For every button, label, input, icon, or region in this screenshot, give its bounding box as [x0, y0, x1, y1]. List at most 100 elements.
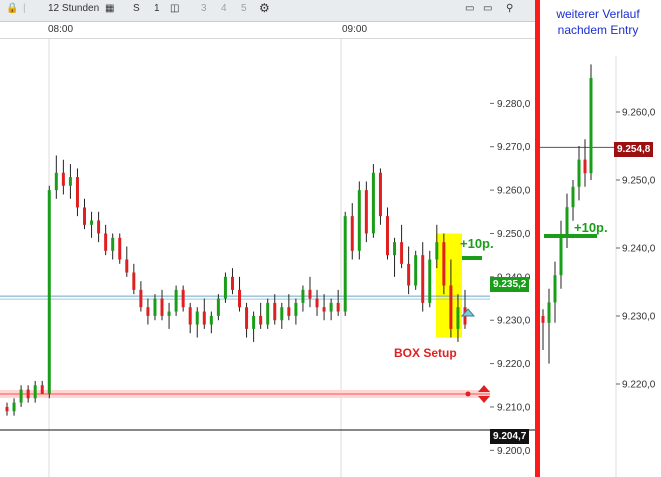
candle-body: [230, 276, 234, 290]
candle-body: [435, 242, 439, 260]
candle-body: [139, 289, 143, 308]
candle-body: [40, 385, 44, 394]
candle-body: [5, 406, 9, 412]
level-price-tag: 9.204,7: [490, 429, 530, 444]
candle-body: [181, 289, 185, 308]
y-tick-label: 9.240,0: [622, 244, 656, 255]
candle-body: [414, 255, 418, 286]
y-tick-label: 9.220,0: [497, 359, 531, 370]
y-tick-label: 9.260,0: [497, 186, 531, 197]
candle-body: [393, 242, 397, 256]
candle-body: [407, 263, 411, 286]
candle-body: [104, 233, 108, 251]
y-tick-label: 9.200,0: [497, 446, 531, 457]
candle-body: [26, 389, 30, 399]
candle-body: [577, 159, 581, 187]
candle-body: [336, 302, 340, 312]
candle-body: [90, 220, 94, 225]
candle-body: [547, 302, 551, 323]
candle-body: [238, 289, 242, 308]
candle-body: [83, 207, 87, 225]
candle-body: [188, 307, 192, 325]
candle-body: [47, 190, 51, 394]
candle-body: [400, 242, 404, 264]
candle-body: [322, 307, 326, 312]
candle-body: [54, 172, 58, 191]
note-line-2: nachdem Entry: [557, 23, 639, 37]
candle-body: [301, 289, 305, 303]
candle-body: [146, 307, 150, 316]
candle-body: [442, 242, 446, 286]
candle-body: [364, 190, 368, 234]
right-price-tag: 9.254,8: [614, 142, 654, 157]
candle-body: [571, 186, 575, 208]
candle-body: [245, 307, 249, 329]
candle-body: [378, 172, 382, 217]
candle-body: [266, 302, 270, 325]
candle-body: [350, 216, 354, 251]
candle-body: [456, 307, 460, 329]
y-tick-label: 9.230,0: [497, 316, 531, 327]
candle-body: [273, 302, 277, 321]
candle-body: [280, 307, 284, 321]
y-tick-label: 9.220,0: [622, 380, 656, 391]
candle-body: [287, 307, 291, 316]
note-line-1: weiterer Verlauf: [556, 7, 640, 21]
candle-body: [19, 389, 23, 403]
y-tick-label: 9.250,0: [622, 176, 656, 187]
level-marker: [465, 391, 471, 397]
candle-body: [33, 385, 37, 399]
candle-body: [132, 272, 136, 290]
candle-body: [97, 220, 101, 234]
candle-body: [160, 298, 164, 316]
candle-body: [565, 207, 569, 235]
candle-body: [553, 275, 557, 303]
y-tick-label: 9.260,0: [622, 108, 656, 119]
candle-body: [75, 177, 79, 208]
note-text: weiterer Verlauf nachdem Entry: [538, 6, 658, 38]
candle-body: [385, 216, 389, 256]
y-tick-label: 9.250,0: [497, 229, 531, 240]
candle-body: [329, 302, 333, 312]
panel-divider: [535, 0, 540, 477]
candle-body: [421, 255, 425, 303]
candle-body: [559, 234, 563, 276]
candle-body: [315, 298, 319, 308]
candle-body: [167, 311, 171, 316]
candle-body: [202, 311, 206, 325]
candle-body: [371, 172, 375, 234]
candle-body: [541, 316, 545, 323]
gain-label-left: +10p.: [460, 236, 494, 251]
candle-body: [583, 159, 587, 174]
candle-body: [68, 177, 72, 186]
current-price-tag: 9.235,2: [490, 277, 530, 292]
candle-body: [153, 298, 157, 316]
candle-body: [111, 237, 115, 251]
candlestick-chart: 9.200,0 9.210,0 9.220,0 9.230,0 9.240,0 9.250…: [0, 0, 656, 477]
candle-body: [357, 190, 361, 251]
candle-body: [252, 315, 256, 329]
candle-body: [308, 289, 312, 299]
candle-body: [216, 298, 220, 316]
candle-body: [343, 216, 347, 312]
candle-body: [294, 302, 298, 316]
candle-body: [223, 276, 227, 299]
gain-label-right: +10p.: [574, 220, 608, 235]
right-candles-group: [541, 64, 593, 364]
candle-body: [589, 78, 593, 174]
candle-body: [428, 259, 432, 303]
candle-body: [259, 315, 263, 325]
candle-body: [118, 237, 122, 260]
candle-body: [449, 285, 453, 329]
y-tick-label: 9.230,0: [622, 312, 656, 323]
candle-body: [61, 172, 65, 186]
y-tick-label: 9.210,0: [497, 402, 531, 413]
y-tick-label: 9.270,0: [497, 142, 531, 153]
box-setup-label: BOX Setup: [394, 346, 457, 360]
candle-body: [195, 311, 199, 325]
y-tick-label: 9.280,0: [497, 99, 531, 110]
candle-body: [12, 402, 16, 412]
candle-body: [209, 315, 213, 325]
candle-body: [125, 259, 129, 273]
candle-body: [174, 289, 178, 312]
